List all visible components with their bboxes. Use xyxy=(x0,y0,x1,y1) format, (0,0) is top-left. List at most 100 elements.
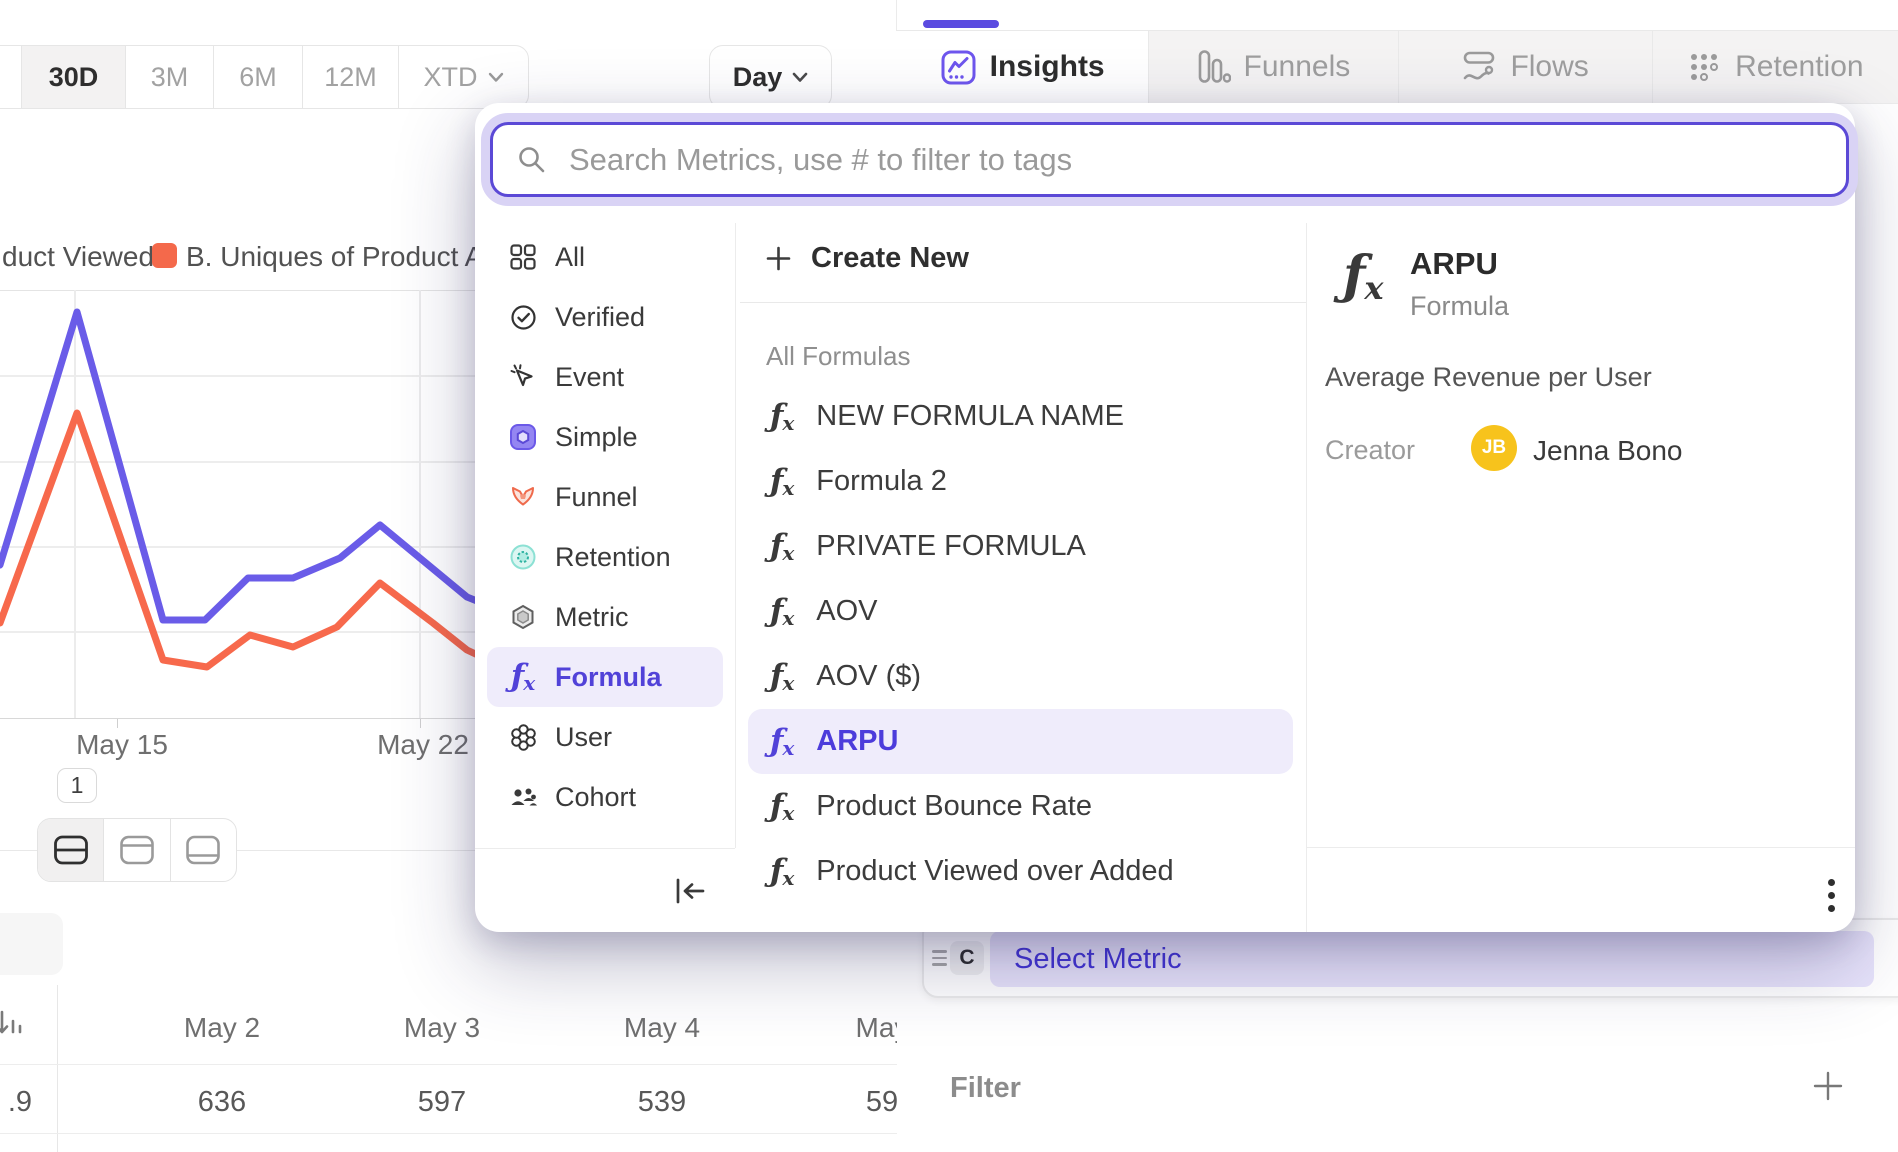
search-field xyxy=(490,122,1849,197)
granularity-day-button[interactable]: Day xyxy=(709,45,832,109)
table-header-cell: May xyxy=(772,1012,897,1044)
category-formula[interactable]: ƒx Formula xyxy=(487,647,723,707)
detail-type: Formula xyxy=(1410,291,1509,322)
category-event[interactable]: Event xyxy=(475,347,735,407)
table-header-divider xyxy=(0,1064,897,1065)
search-input[interactable] xyxy=(567,141,1846,179)
retention-icon xyxy=(1687,50,1722,85)
date-range-30d-button[interactable]: 30D xyxy=(21,46,125,108)
layout-top-panel-button[interactable] xyxy=(103,819,169,881)
user-cluster-icon xyxy=(508,724,538,751)
tab-retention[interactable]: Retention xyxy=(1652,31,1898,103)
creator-name: Jenna Bono xyxy=(1533,435,1682,467)
legend-series-b[interactable]: B. Uniques of Product Add xyxy=(186,241,514,273)
category-metric[interactable]: Metric xyxy=(475,587,735,647)
active-nav-indicator xyxy=(923,20,999,28)
formula-fx-icon: ƒx xyxy=(508,661,538,693)
plus-icon xyxy=(765,245,792,272)
category-retention[interactable]: Retention xyxy=(475,527,735,587)
hexagon-metric-icon xyxy=(508,604,538,630)
fx-icon: ƒx xyxy=(770,726,794,758)
search-icon xyxy=(517,145,547,175)
sidebar-footer-divider xyxy=(475,848,735,849)
drag-handle-icon[interactable] xyxy=(932,950,947,970)
table-cell: 636 xyxy=(112,1086,332,1119)
date-range-12m-button[interactable]: 12M xyxy=(302,46,398,108)
date-range-xtd-button[interactable]: XTD xyxy=(398,46,528,108)
formula-row[interactable]: ƒx AOV xyxy=(740,579,1306,644)
app-screen: duct Viewed B. Uniques of Product Add Ma… xyxy=(0,0,1898,1152)
layout-split-rows-button[interactable] xyxy=(38,819,103,881)
split-rows-icon xyxy=(53,834,89,866)
date-range-partial-button[interactable] xyxy=(0,46,21,108)
layout-toggle-group xyxy=(37,818,237,882)
formula-section-title: All Formulas xyxy=(766,341,910,372)
create-new-button[interactable]: Create New xyxy=(765,231,969,286)
tab-insights[interactable]: Insights xyxy=(896,31,1148,103)
detail-description: Average Revenue per User xyxy=(1325,362,1652,393)
legend-series-b-swatch xyxy=(152,243,177,268)
filter-section-label: Filter xyxy=(950,1072,1021,1105)
pagination-page-button[interactable]: 1 xyxy=(57,768,97,803)
table-column-divider xyxy=(57,985,58,1152)
formula-row[interactable]: ƒx Product Viewed over Added xyxy=(740,839,1306,904)
chevron-down-icon xyxy=(792,72,808,83)
formula-row[interactable]: ƒx Product Bounce Rate xyxy=(740,774,1306,839)
category-all[interactable]: All xyxy=(475,227,735,287)
metric-picker-modal: All Verified Event Simple xyxy=(475,103,1855,932)
formula-row[interactable]: ƒx AOV ($) xyxy=(740,644,1306,709)
formula-list: ƒx NEW FORMULA NAME ƒx Formula 2 ƒx PRIV… xyxy=(740,384,1306,904)
date-range-group: 30D 3M 6M 12M XTD xyxy=(0,45,529,109)
legend-series-a[interactable]: duct Viewed xyxy=(2,241,154,273)
category-verified[interactable]: Verified xyxy=(475,287,735,347)
collapse-panel-button[interactable] xyxy=(671,875,709,907)
cursor-click-icon xyxy=(508,364,538,390)
category-funnel[interactable]: Funnel xyxy=(475,467,735,527)
formula-row-selected[interactable]: ƒx ARPU xyxy=(748,709,1293,774)
category-user[interactable]: User xyxy=(475,707,735,767)
fx-icon: ƒx xyxy=(770,401,794,433)
detail-footer-divider xyxy=(1306,847,1855,848)
x-axis-label: May 15 xyxy=(60,729,184,761)
formula-row[interactable]: ƒx PRIVATE FORMULA xyxy=(740,514,1306,579)
detail-fx-icon: ƒx xyxy=(1343,250,1383,304)
funnel-metric-icon xyxy=(508,485,538,509)
tab-funnels[interactable]: Funnels xyxy=(1148,31,1397,103)
funnels-icon xyxy=(1197,49,1231,86)
detail-divider xyxy=(1306,223,1307,932)
category-sidebar: All Verified Event Simple xyxy=(475,227,735,827)
cohort-people-icon xyxy=(508,785,538,809)
series-b-line xyxy=(0,413,482,667)
formula-row[interactable]: ƒx NEW FORMULA NAME xyxy=(740,384,1306,449)
grid-icon xyxy=(508,244,538,270)
select-metric-chip[interactable]: Select Metric xyxy=(990,931,1874,987)
fx-icon: ƒx xyxy=(770,466,794,498)
category-cohort[interactable]: Cohort xyxy=(475,767,735,827)
formula-row[interactable]: ƒx Formula 2 xyxy=(740,449,1306,514)
category-simple[interactable]: Simple xyxy=(475,407,735,467)
retention-metric-icon xyxy=(508,544,538,570)
layout-bottom-panel-button[interactable] xyxy=(170,819,236,881)
creator-label: Creator xyxy=(1325,435,1415,466)
series-a-line xyxy=(0,312,482,620)
fx-icon: ƒx xyxy=(770,856,794,888)
top-panel-icon xyxy=(119,834,155,866)
tab-flows[interactable]: Flows xyxy=(1398,31,1652,103)
more-options-button[interactable] xyxy=(1811,873,1851,917)
table-header-cell: May 2 xyxy=(112,1012,332,1044)
date-range-3m-button[interactable]: 3M xyxy=(125,46,213,108)
table-header-cell: May 4 xyxy=(552,1012,772,1044)
detail-title: ARPU xyxy=(1410,246,1498,282)
table-header-cell: May 3 xyxy=(332,1012,552,1044)
verified-badge-icon xyxy=(508,304,538,331)
fx-icon: ƒx xyxy=(770,791,794,823)
x-axis-tick xyxy=(117,719,118,728)
x-axis-label: May 22 xyxy=(361,729,485,761)
date-range-6m-button[interactable]: 6M xyxy=(213,46,302,108)
sort-descending-icon[interactable] xyxy=(0,1008,23,1042)
chevron-down-icon xyxy=(488,72,504,83)
fx-icon: ƒx xyxy=(770,596,794,628)
add-filter-button[interactable] xyxy=(1812,1070,1844,1102)
panel-divider xyxy=(896,0,897,30)
create-new-divider xyxy=(740,302,1306,303)
